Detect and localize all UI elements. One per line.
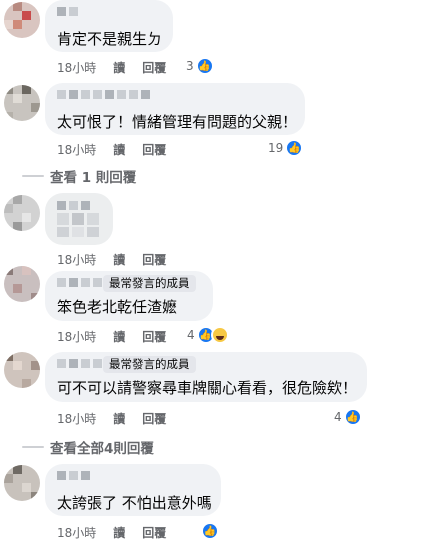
read-button[interactable]: 讀 (113, 524, 125, 541)
comment-text: 太誇張了 不怕出意外嗎 (57, 494, 212, 512)
author-name[interactable] (57, 201, 90, 210)
avatar[interactable] (4, 266, 40, 302)
comment-actions: 18小時 讀 回覆 (57, 328, 183, 345)
avatar[interactable] (4, 465, 40, 501)
reaction-count: 4 (334, 410, 342, 424)
avatar[interactable] (4, 352, 40, 388)
like-icon: 👍 (285, 139, 304, 157)
haha-icon (210, 326, 229, 344)
blurred-text (57, 227, 99, 237)
comment-bubble: 最常發言的成員 可不可以請警察尋車牌關心看看，很危險欸！ (45, 352, 367, 402)
reply-button[interactable]: 回覆 (142, 59, 166, 76)
comment-text: 笨色老北乾任渣嬷 (57, 298, 178, 316)
avatar[interactable] (4, 2, 40, 38)
read-button[interactable]: 讀 (113, 141, 125, 158)
avatar[interactable] (4, 85, 40, 121)
top-contributor-badge: 最常發言的成員 (103, 356, 196, 373)
read-button[interactable]: 讀 (113, 59, 125, 76)
author-name[interactable] (57, 90, 150, 99)
timestamp[interactable]: 18小時 (57, 524, 96, 541)
view-replies-link[interactable]: 查看 1 則回覆 (22, 166, 136, 186)
like-icon: 👍 (201, 522, 219, 540)
reply-connector (22, 446, 44, 448)
timestamp[interactable]: 18小時 (57, 410, 96, 427)
comment-actions: 18小時 讀 回覆 (57, 59, 183, 76)
author-name[interactable] (57, 278, 102, 287)
view-replies-label: 查看全部4則回覆 (50, 441, 154, 457)
view-replies-link[interactable]: 查看全部4則回覆 (22, 437, 154, 457)
reaction-summary[interactable]: 4 👍 (187, 326, 229, 344)
timestamp[interactable]: 18小時 (57, 251, 96, 268)
reaction-summary[interactable]: 3 👍 (186, 57, 214, 75)
avatar[interactable] (4, 195, 40, 231)
reaction-count: 19 (268, 141, 284, 155)
blurred-text (57, 213, 99, 225)
reply-button[interactable]: 回覆 (142, 328, 166, 345)
reply-button[interactable]: 回覆 (142, 141, 166, 158)
comment-bubble: 最常發言的成員 笨色老北乾任渣嬷 (45, 271, 213, 321)
reply-connector (22, 175, 44, 177)
reply-button[interactable]: 回覆 (142, 410, 166, 427)
reply-button[interactable]: 回覆 (142, 251, 166, 268)
comment-actions: 18小時 讀 回覆 (57, 410, 183, 427)
timestamp[interactable]: 18小時 (57, 59, 96, 76)
author-name[interactable] (57, 471, 90, 480)
read-button[interactable]: 讀 (113, 410, 125, 427)
reaction-summary[interactable]: 👍 (201, 522, 219, 540)
comment-actions: 18小時 讀 回覆 (57, 251, 183, 268)
like-icon: 👍 (343, 408, 362, 426)
comment-actions: 18小時 讀 回覆 (57, 524, 183, 541)
comment-bubble: 肯定不是親生ㄉ (45, 0, 173, 52)
comment-bubble: 太可恨了！情緒管理有問題的父親！ (45, 83, 305, 135)
read-button[interactable]: 讀 (113, 251, 125, 268)
view-replies-label: 查看 1 則回覆 (50, 170, 137, 186)
comment-bubble (45, 193, 113, 245)
comment-actions: 18小時 讀 回覆 (57, 141, 183, 158)
like-icon: 👍 (195, 57, 214, 75)
comment-text: 太可恨了！情緒管理有問題的父親！ (57, 113, 298, 131)
comment-text: 可不可以請警察尋車牌關心看看，很危險欸！ (57, 379, 358, 397)
reaction-summary[interactable]: 4 👍 (334, 408, 362, 426)
reaction-summary[interactable]: 19 👍 (268, 139, 304, 157)
comment-text: 肯定不是親生ㄉ (57, 30, 163, 48)
top-contributor-badge: 最常發言的成員 (103, 275, 196, 292)
timestamp[interactable]: 18小時 (57, 141, 96, 158)
read-button[interactable]: 讀 (113, 328, 125, 345)
timestamp[interactable]: 18小時 (57, 328, 96, 345)
comment-bubble: 太誇張了 不怕出意外嗎 (45, 464, 221, 516)
reply-button[interactable]: 回覆 (142, 524, 166, 541)
author-name[interactable] (57, 359, 102, 368)
reaction-count: 3 (186, 59, 194, 73)
reaction-count: 4 (187, 328, 195, 342)
author-name[interactable] (57, 7, 78, 16)
